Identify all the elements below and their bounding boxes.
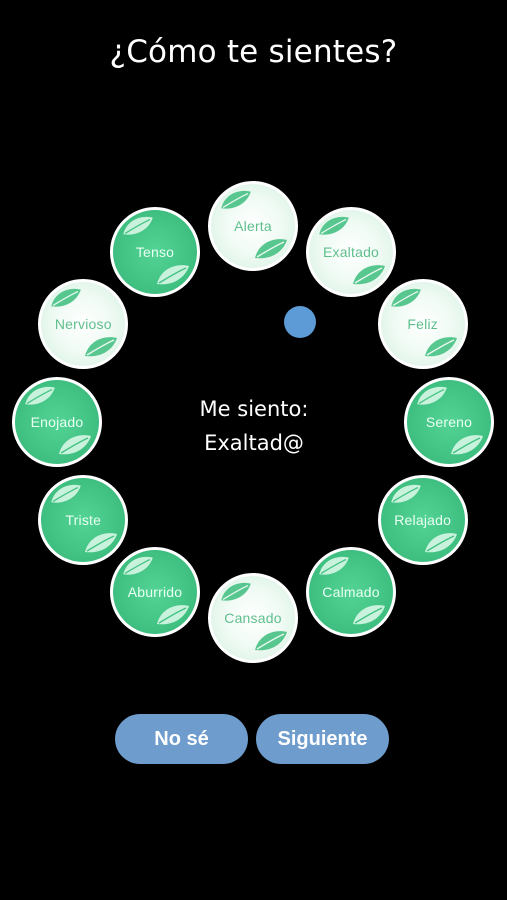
leaf-icon — [255, 631, 287, 651]
dont-know-button[interactable]: No sé — [115, 714, 248, 764]
leaf-icon — [157, 265, 189, 285]
emotion-label: Cansado — [224, 610, 282, 626]
leaf-icon — [51, 288, 82, 307]
emotion-label: Tenso — [135, 244, 175, 261]
leaf-icon — [353, 265, 385, 285]
leaf-icon — [221, 582, 251, 601]
emotion-label: Sereno — [425, 414, 473, 430]
leaf-icon — [424, 533, 457, 553]
leaf-icon — [255, 239, 287, 259]
emotion-enojado[interactable]: Enojado — [12, 377, 102, 467]
emotion-nervioso[interactable]: Nervioso — [38, 279, 129, 369]
leaf-icon — [390, 288, 421, 307]
leaf-icon — [424, 337, 457, 357]
leaf-icon — [319, 217, 349, 235]
leaf-icon — [221, 190, 251, 209]
feeling-prompt: Me siento: — [199, 397, 309, 421]
leaf-icon — [59, 435, 91, 455]
leaf-icon — [85, 337, 118, 357]
emotion-sereno[interactable]: Sereno — [404, 377, 494, 467]
emotion-feliz[interactable]: Feliz — [377, 279, 468, 369]
emotion-wheel: Alerta Exaltado Feliz Sereno Relajado Calmado… — [0, 0, 507, 700]
feeling-value: Exaltad@ — [204, 431, 304, 455]
leaf-icon — [123, 217, 153, 235]
emotion-triste[interactable]: Triste — [38, 475, 129, 565]
leaf-icon — [451, 435, 483, 455]
leaf-icon — [25, 386, 55, 405]
emotion-label: Relajado — [394, 512, 452, 528]
emotion-label: Alerta — [234, 218, 272, 234]
emotion-cansado[interactable]: Cansado — [208, 573, 298, 663]
leaf-icon — [123, 556, 153, 575]
leaf-icon — [85, 533, 118, 553]
emotion-label: Feliz — [407, 316, 438, 332]
emotion-relajado[interactable]: Relajado — [377, 475, 468, 565]
next-button[interactable]: Siguiente — [256, 714, 389, 764]
leaf-icon — [157, 604, 189, 624]
leaf-icon — [353, 604, 385, 624]
emotion-label: Triste — [65, 512, 102, 528]
leaf-icon — [417, 386, 447, 405]
feeling-summary: Me siento: Exaltad@ — [154, 392, 354, 460]
emotion-label: Exaltado — [322, 244, 380, 261]
emotion-tenso[interactable]: Tenso — [110, 207, 200, 298]
leaf-icon — [319, 556, 349, 575]
emotion-label: Nervioso — [54, 316, 112, 332]
leaf-icon — [390, 484, 421, 503]
emotion-label: Enojado — [30, 414, 84, 430]
emotion-alerta[interactable]: Alerta — [208, 181, 298, 271]
emotion-label: Calmado — [322, 583, 380, 600]
emotion-label: Aburrido — [127, 583, 183, 600]
emotion-exaltado[interactable]: Exaltado — [306, 207, 396, 298]
selection-indicator[interactable] — [284, 306, 316, 338]
emotion-calmado[interactable]: Calmado — [306, 546, 396, 637]
emotion-aburrido[interactable]: Aburrido — [110, 546, 200, 637]
leaf-icon — [51, 484, 82, 503]
